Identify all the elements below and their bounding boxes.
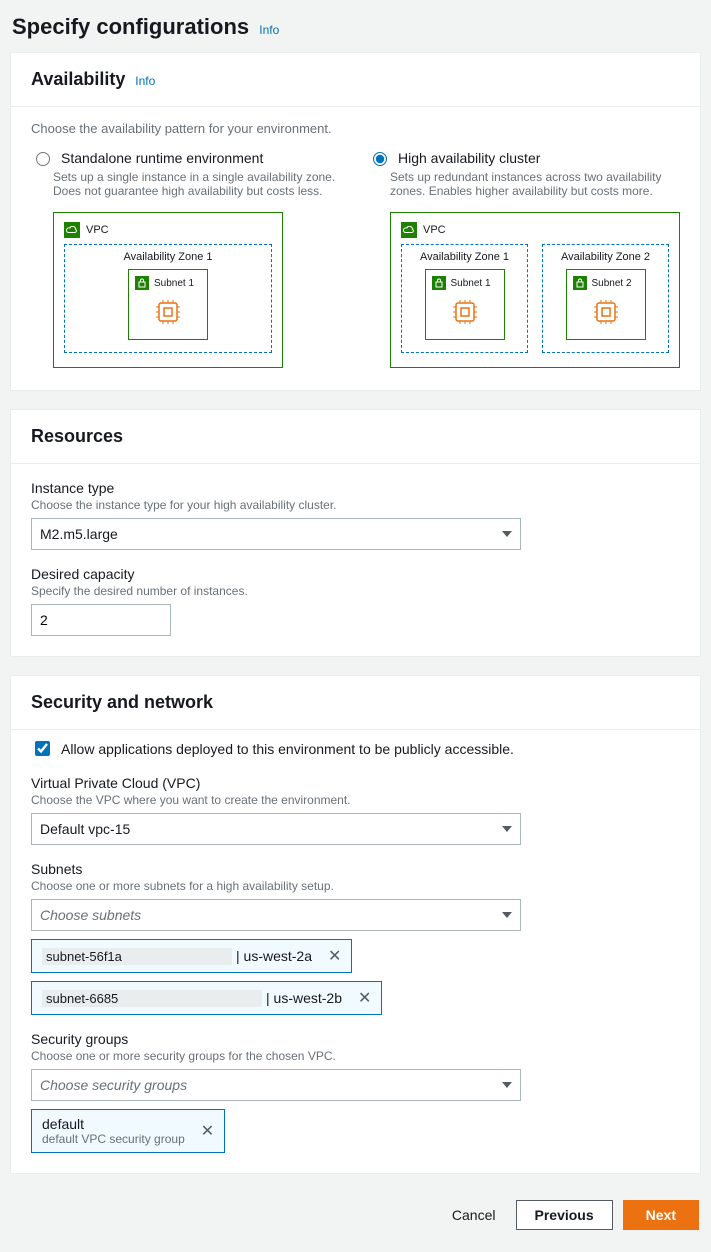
- vpc-label: Virtual Private Cloud (VPC): [31, 775, 680, 791]
- subnet-token-id: subnet-56f1a: [42, 948, 232, 965]
- instance-type-helper: Choose the instance type for your high a…: [31, 498, 680, 512]
- sg-label: Security groups: [31, 1031, 680, 1047]
- close-icon[interactable]: ✕: [195, 1121, 214, 1141]
- lock-icon: [573, 276, 587, 290]
- next-button[interactable]: Next: [623, 1200, 699, 1230]
- option-ha[interactable]: High availability cluster Sets up redund…: [368, 150, 680, 390]
- subnets-label: Subnets: [31, 861, 680, 877]
- instance-type-value: M2.m5.large: [40, 526, 118, 542]
- vpc-value: Default vpc-15: [40, 821, 130, 837]
- chip-icon: [154, 298, 182, 326]
- availability-header: Availability Info: [11, 53, 700, 106]
- sg-select[interactable]: Choose security groups: [31, 1069, 521, 1101]
- sg-token: default default VPC security group ✕: [31, 1109, 225, 1153]
- az1-label: Availability Zone 1: [75, 251, 261, 263]
- subnets-placeholder: Choose subnets: [40, 907, 141, 923]
- availability-description: Choose the availability pattern for your…: [11, 107, 700, 136]
- subnet-token-region: | us-west-2a: [236, 948, 312, 964]
- capacity-label: Desired capacity: [31, 566, 680, 582]
- radio-standalone[interactable]: [36, 152, 50, 166]
- lock-icon: [135, 276, 149, 290]
- chevron-down-icon: [502, 826, 512, 832]
- diagram-ha: VPC Availability Zone 1 Subnet 1: [390, 212, 680, 368]
- option-standalone[interactable]: Standalone runtime environment Sets up a…: [31, 150, 338, 390]
- subnet-token-id: subnet-6685: [42, 990, 262, 1007]
- cancel-button[interactable]: Cancel: [442, 1201, 506, 1229]
- instance-type-select[interactable]: M2.m5.large: [31, 518, 521, 550]
- subnets-helper: Choose one or more subnets for a high av…: [31, 879, 680, 893]
- cloud-icon: [64, 222, 80, 238]
- page-title-text: Specify configurations: [12, 14, 249, 39]
- vpc-label: VPC: [86, 224, 109, 236]
- diagram-standalone: VPC Availability Zone 1 Subnet 1: [53, 212, 338, 368]
- az2-label: Availability Zone 2: [553, 251, 658, 263]
- security-title: Security and network: [31, 692, 213, 712]
- option-standalone-title: Standalone runtime environment: [61, 150, 263, 166]
- resources-title: Resources: [31, 426, 123, 446]
- chip-icon: [592, 298, 620, 326]
- page-title: Specify configurations Info: [12, 14, 699, 40]
- public-access-checkbox[interactable]: [35, 741, 50, 756]
- vpc-helper: Choose the VPC where you want to create …: [31, 793, 680, 807]
- previous-button[interactable]: Previous: [516, 1200, 613, 1230]
- vpc-select[interactable]: Default vpc-15: [31, 813, 521, 845]
- chip-icon: [451, 298, 479, 326]
- availability-title: Availability: [31, 69, 125, 89]
- chevron-down-icon: [502, 912, 512, 918]
- public-access-label: Allow applications deployed to this envi…: [61, 741, 514, 757]
- availability-info-link[interactable]: Info: [135, 74, 155, 88]
- option-ha-desc: Sets up redundant instances across two a…: [390, 170, 680, 198]
- subnet2-label: Subnet 2: [592, 278, 632, 289]
- capacity-input[interactable]: [31, 604, 171, 636]
- sg-placeholder: Choose security groups: [40, 1077, 187, 1093]
- close-icon[interactable]: ✕: [322, 946, 341, 966]
- cloud-icon: [401, 222, 417, 238]
- vpc-label: VPC: [423, 224, 446, 236]
- subnet-token-region: | us-west-2b: [266, 990, 342, 1006]
- page-info-link[interactable]: Info: [259, 23, 279, 37]
- subnets-select[interactable]: Choose subnets: [31, 899, 521, 931]
- option-ha-title: High availability cluster: [398, 150, 540, 166]
- subnet1-label: Subnet 1: [451, 278, 491, 289]
- chevron-down-icon: [502, 1082, 512, 1088]
- resources-panel: Resources Instance type Choose the insta…: [10, 409, 701, 657]
- subnet-token: subnet-56f1a | us-west-2a ✕: [31, 939, 352, 973]
- instance-type-label: Instance type: [31, 480, 680, 496]
- sg-token-desc: default VPC security group: [42, 1132, 185, 1146]
- radio-ha[interactable]: [373, 152, 387, 166]
- option-standalone-desc: Sets up a single instance in a single av…: [53, 170, 338, 198]
- subnet1-label: Subnet 1: [154, 278, 194, 289]
- subnet-token: subnet-6685 | us-west-2b ✕: [31, 981, 382, 1015]
- lock-icon: [432, 276, 446, 290]
- wizard-footer: Cancel Previous Next: [10, 1192, 701, 1242]
- sg-helper: Choose one or more security groups for t…: [31, 1049, 680, 1063]
- chevron-down-icon: [502, 531, 512, 537]
- close-icon[interactable]: ✕: [352, 988, 371, 1008]
- sg-token-name: default: [42, 1116, 185, 1132]
- security-panel: Security and network Allow applications …: [10, 675, 701, 1174]
- availability-panel: Availability Info Choose the availabilit…: [10, 52, 701, 391]
- capacity-helper: Specify the desired number of instances.: [31, 584, 680, 598]
- az1-label: Availability Zone 1: [412, 251, 517, 263]
